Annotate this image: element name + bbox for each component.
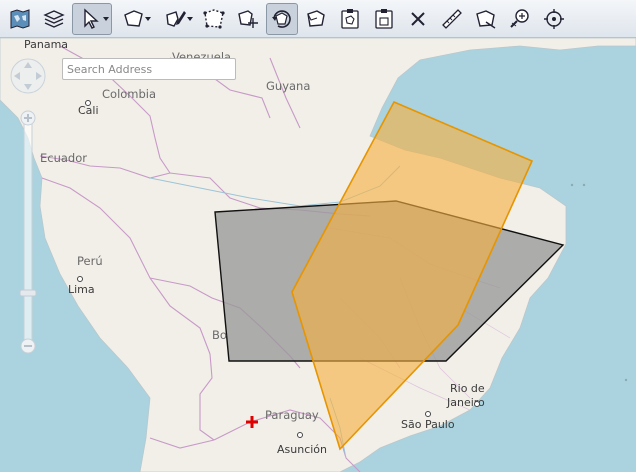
locate-target-button[interactable] <box>538 3 570 35</box>
edit-polygon-icon <box>164 7 188 31</box>
paste-polygon-icon <box>338 7 362 31</box>
zoom-to-feature-button[interactable] <box>504 3 536 35</box>
paste-clipboard-icon <box>372 7 396 31</box>
map-layers-icon <box>8 7 32 31</box>
zoom-out-icon[interactable] <box>20 338 36 354</box>
measure-area-button[interactable] <box>470 3 502 35</box>
label-guyana: Guyana <box>266 79 311 93</box>
zoom-to-feature-icon <box>508 7 532 31</box>
city-marker-lima <box>77 276 83 282</box>
stacked-layers-icon <box>42 7 66 31</box>
draw-polygon-button[interactable] <box>114 3 154 35</box>
delete-icon <box>406 7 430 31</box>
move-polygon-icon <box>236 7 260 31</box>
edit-polygon-button[interactable] <box>156 3 196 35</box>
draw-polygon-icon <box>122 7 146 31</box>
red-cross-marker-icon[interactable] <box>246 416 258 428</box>
delete-button[interactable] <box>402 3 434 35</box>
label-rio-de: Rio de <box>450 382 485 395</box>
label-ecuador: Ecuador <box>40 151 87 165</box>
map-view[interactable]: Panama Venezuela Guyana Colombia Cali Ec… <box>0 38 636 472</box>
map-layers-button[interactable] <box>4 3 36 35</box>
island <box>582 183 586 187</box>
chevron-down-icon[interactable] <box>103 16 109 21</box>
reshape-polygon-button[interactable] <box>198 3 230 35</box>
zoom-slider[interactable] <box>18 110 38 354</box>
island <box>570 183 574 187</box>
paste-polygon-button[interactable] <box>334 3 366 35</box>
move-polygon-button[interactable] <box>232 3 264 35</box>
rotate-polygon-button[interactable] <box>266 2 298 35</box>
copy-polygon-button[interactable] <box>300 3 332 35</box>
label-sao-paulo: São Paulo <box>401 418 455 431</box>
rotate-polygon-icon <box>270 7 294 31</box>
stacked-layers-button[interactable] <box>38 3 70 35</box>
map-toolbar <box>0 0 636 38</box>
label-peru: Perú <box>77 254 103 268</box>
city-marker-asuncion <box>297 432 303 438</box>
label-cali: Cali <box>78 104 99 117</box>
island <box>624 378 628 382</box>
search-address-input[interactable] <box>62 58 236 80</box>
city-marker-rio <box>474 401 480 407</box>
zoom-in-icon[interactable] <box>20 110 36 126</box>
paste-clipboard-button[interactable] <box>368 3 400 35</box>
label-paraguay: Paraguay <box>265 408 319 422</box>
chevron-down-icon[interactable] <box>187 16 193 21</box>
city-marker-sao-paulo <box>425 411 431 417</box>
label-asuncion: Asunción <box>277 443 328 456</box>
measure-ruler-button[interactable] <box>436 3 468 35</box>
copy-polygon-icon <box>304 7 328 31</box>
label-colombia: Colombia <box>102 87 157 101</box>
reshape-polygon-icon <box>202 7 226 31</box>
label-lima: Lima <box>68 283 95 296</box>
locate-target-icon <box>542 7 566 31</box>
zoom-slider-handle[interactable] <box>19 289 37 297</box>
select-pointer-button[interactable] <box>72 2 112 35</box>
chevron-down-icon[interactable] <box>145 16 151 21</box>
measure-area-icon <box>474 7 498 31</box>
label-panama: Panama <box>24 38 69 51</box>
select-pointer-icon <box>80 7 104 31</box>
measure-ruler-icon <box>440 7 464 31</box>
pan-control[interactable] <box>10 58 46 94</box>
label-bolivia: Bo <box>212 328 227 342</box>
